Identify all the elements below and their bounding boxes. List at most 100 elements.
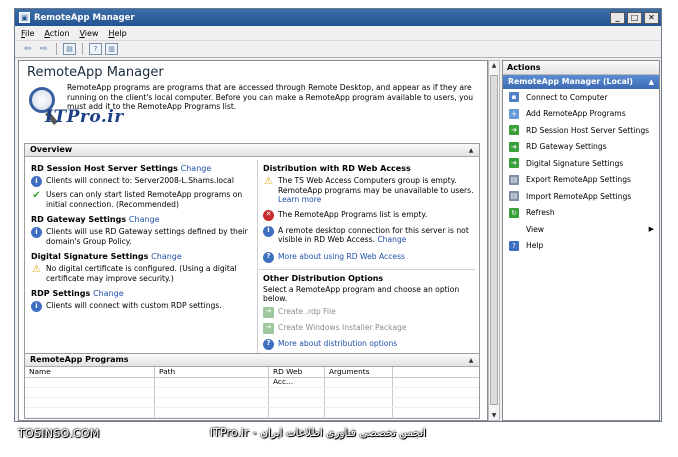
action-view[interactable]: View ▶ <box>503 221 659 238</box>
create-rdp-file-option[interactable]: Create .rdp File <box>278 307 336 317</box>
app-icon: ▣ <box>19 12 30 23</box>
info-icon: i <box>31 227 42 238</box>
computer-icon: ▪ <box>509 92 519 103</box>
list-item[interactable]: ➔ Create .rdp File <box>263 306 475 318</box>
info-icon: i <box>31 301 42 312</box>
help-circle-icon: ? <box>263 251 274 263</box>
overview-header[interactable]: Overview ▲ <box>25 144 479 157</box>
help-icon[interactable]: ? <box>89 43 102 55</box>
list-item[interactable]: ? More about distribution options <box>263 338 475 350</box>
forward-arrow-icon[interactable]: ⇨ <box>37 43 50 55</box>
action-add-remoteapp-programs[interactable]: + Add RemoteApp Programs <box>503 106 659 123</box>
web-error-text: The RemoteApp Programs list is empty. <box>278 209 428 219</box>
info-icon: i <box>263 225 274 237</box>
column-arguments[interactable]: Arguments <box>325 367 393 377</box>
gateway-item-text: Clients will use RD Gateway settings def… <box>46 227 248 246</box>
list-item: i Clients will connect to: Server2008-L.… <box>31 176 253 187</box>
content-scrollbar[interactable]: ▲ ▼ <box>488 60 500 421</box>
web-warning-block: The TS Web Access Computers group is emp… <box>278 176 475 205</box>
toolbar-divider <box>82 43 83 55</box>
scroll-up-icon[interactable]: ▲ <box>489 62 499 69</box>
toolbar: ⇦ ⇨ ▤ ? ▥ <box>15 41 661 58</box>
column-name[interactable]: Name <box>25 367 155 377</box>
programs-header[interactable]: RemoteApp Programs ▲ <box>25 354 479 367</box>
web-warning-text: The TS Web Access Computers group is emp… <box>278 176 474 195</box>
collapse-icon[interactable]: ▲ <box>649 75 654 89</box>
collapse-icon[interactable]: ▲ <box>466 145 476 155</box>
action-rdsh-settings[interactable]: ➔ RD Session Host Server Settings <box>503 122 659 139</box>
learn-more-link[interactable]: Learn more <box>278 195 321 204</box>
table-row <box>25 398 479 408</box>
title-bar: ▣ RemoteApp Manager _ □ ✕ <box>15 9 661 26</box>
settings-icon: ➔ <box>509 125 519 136</box>
rdsh-settings-heading: RD Session Host Server Settings Change <box>31 164 253 173</box>
list-item: ✔ Users can only start listed RemoteApp … <box>31 190 253 209</box>
signature-change-link[interactable]: Change <box>151 252 182 261</box>
action-connect-to-computer[interactable]: ▪ Connect to Computer <box>503 89 659 106</box>
column-path[interactable]: Path <box>155 367 269 377</box>
overview-right-column: Distribution with RD Web Access ⚠ The TS… <box>259 158 475 350</box>
gateway-change-link[interactable]: Change <box>129 215 160 224</box>
list-item[interactable]: ? More about using RD Web Access <box>263 251 475 263</box>
menu-help[interactable]: Help <box>108 29 126 38</box>
help-icon: ? <box>509 240 519 251</box>
table-header: Name Path RD Web Acc... Arguments <box>25 367 479 386</box>
action-rd-gateway-settings[interactable]: ➔ RD Gateway Settings <box>503 139 659 156</box>
column-rd-web-access[interactable]: RD Web Acc... <box>269 367 325 386</box>
rdsh-item-text: Users can only start listed RemoteApp pr… <box>46 190 243 209</box>
list-item: ✕ The RemoteApp Programs list is empty. <box>263 209 475 221</box>
action-import-settings[interactable]: ▤ Import RemoteApp Settings <box>503 188 659 205</box>
page-title: RemoteApp Manager <box>27 65 164 80</box>
create-msi-option[interactable]: Create Windows Installer Package <box>278 323 407 333</box>
menu-file[interactable]: File <box>21 29 34 38</box>
list-item: i Clients will use RD Gateway settings d… <box>31 227 253 246</box>
scroll-thumb[interactable] <box>490 75 498 405</box>
actions-group-header[interactable]: RemoteApp Manager (Local) ▲ <box>503 75 659 89</box>
intro-text: RemoteApp programs are programs that are… <box>67 83 474 111</box>
rdp-change-link[interactable]: Change <box>93 289 124 298</box>
main-content: RemoteApp Manager ITPro.ir RemoteApp pro… <box>18 60 488 421</box>
add-program-icon: + <box>509 108 519 119</box>
action-export-settings[interactable]: ▤ Export RemoteApp Settings <box>503 172 659 189</box>
warning-icon: ⚠ <box>264 175 273 187</box>
error-icon: ✕ <box>263 209 274 221</box>
more-distribution-link[interactable]: More about distribution options <box>278 339 397 349</box>
menu-view[interactable]: View <box>79 29 98 38</box>
gateway-settings-heading: RD Gateway Settings Change <box>31 215 253 224</box>
action-help[interactable]: ? Help <box>503 238 659 255</box>
signature-item-text: No digital certificate is configured. (U… <box>46 264 237 283</box>
more-web-access-link[interactable]: More about using RD Web Access <box>278 252 405 262</box>
green-arrow-icon: ➔ <box>263 306 274 318</box>
settings-icon: ➔ <box>509 158 519 169</box>
actions-group-title: RemoteApp Manager (Local) <box>508 77 633 86</box>
overview-title: Overview <box>30 145 73 154</box>
back-arrow-icon[interactable]: ⇦ <box>21 43 34 55</box>
toolbar-divider <box>56 43 57 55</box>
rdp-item-text: Clients will connect with custom RDP set… <box>46 301 222 310</box>
action-digital-signature-settings[interactable]: ➔ Digital Signature Settings <box>503 155 659 172</box>
other-options-heading: Other Distribution Options <box>263 273 384 283</box>
green-arrow-icon: ➔ <box>263 322 274 334</box>
action-label: Connect to Computer <box>526 92 608 102</box>
list-item: i A remote desktop connection for this s… <box>263 225 475 245</box>
minimize-button[interactable]: _ <box>610 11 625 24</box>
remoteapp-programs-panel: RemoteApp Programs ▲ Name Path RD Web Ac… <box>24 353 480 419</box>
warning-icon: ⚠ <box>32 263 41 275</box>
action-pane-icon[interactable]: ▥ <box>105 43 118 55</box>
collapse-icon[interactable]: ▲ <box>466 355 476 365</box>
close-button[interactable]: ✕ <box>644 11 659 24</box>
rdsh-change-link[interactable]: Change <box>181 164 212 173</box>
web-change-link[interactable]: Change <box>377 235 406 244</box>
signature-settings-heading: Digital Signature Settings Change <box>31 252 253 261</box>
maximize-button[interactable]: □ <box>627 11 642 24</box>
list-item[interactable]: ➔ Create Windows Installer Package <box>263 322 475 334</box>
action-label: Export RemoteApp Settings <box>526 175 631 185</box>
show-hide-console-tree-icon[interactable]: ▤ <box>63 43 76 55</box>
menu-action[interactable]: Action <box>44 29 69 38</box>
action-label: Refresh <box>526 208 555 218</box>
action-label: Import RemoteApp Settings <box>526 191 632 201</box>
action-refresh[interactable]: ↻ Refresh <box>503 205 659 222</box>
refresh-icon: ↻ <box>509 207 519 218</box>
table-row <box>25 378 479 388</box>
scroll-down-icon[interactable]: ▼ <box>489 412 499 419</box>
